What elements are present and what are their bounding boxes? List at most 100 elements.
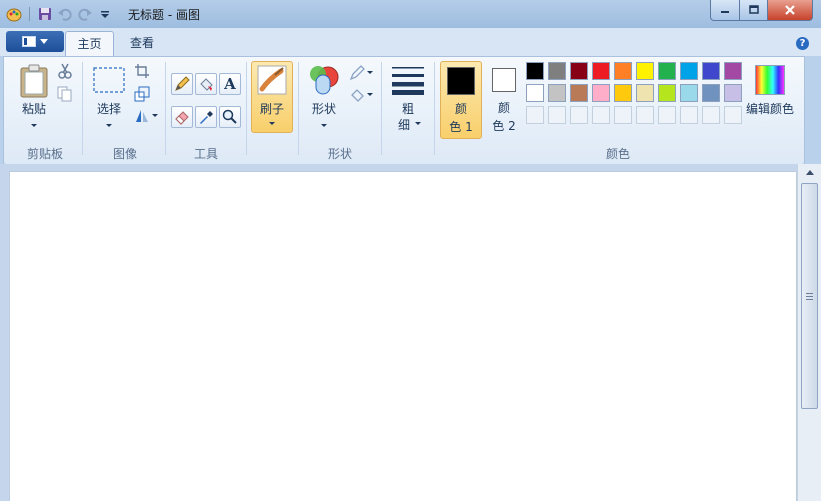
shapes-button[interactable]: 形状 — [304, 62, 344, 134]
color2-button[interactable]: 颜 色 2 — [484, 61, 524, 137]
custom-color-slot[interactable] — [614, 106, 632, 124]
color-swatch[interactable] — [592, 84, 610, 102]
color-swatch[interactable] — [702, 84, 720, 102]
help-icon[interactable]: ? — [796, 37, 809, 50]
maximize-button[interactable] — [740, 0, 768, 21]
colors-group-label: 颜色 — [605, 147, 630, 161]
fill-shape-dropdown-arrow — [367, 93, 373, 96]
paint-bucket-icon — [200, 78, 213, 91]
color1-swatch — [447, 67, 475, 95]
fill-button[interactable] — [195, 73, 217, 95]
eraser-button[interactable] — [171, 106, 193, 128]
title-bar: 无标题 - 画图 — [0, 0, 821, 28]
scrollbar-thumb[interactable] — [801, 183, 818, 409]
custom-color-slot[interactable] — [658, 106, 676, 124]
custom-color-slot[interactable] — [724, 106, 742, 124]
color-swatch[interactable] — [592, 62, 610, 80]
color-swatch[interactable] — [724, 84, 742, 102]
color-swatch[interactable] — [548, 62, 566, 80]
pencil-button[interactable] — [171, 73, 193, 95]
text-a-icon: A — [224, 75, 236, 93]
resize-button[interactable] — [134, 86, 150, 102]
vertical-scrollbar[interactable] — [797, 164, 821, 501]
outline-icon — [349, 65, 365, 81]
chevron-down-icon — [40, 38, 48, 44]
crop-button[interactable] — [134, 63, 150, 79]
scroll-up-button[interactable] — [798, 164, 821, 181]
color-swatch[interactable] — [614, 84, 632, 102]
brushes-dropdown-arrow — [269, 122, 275, 125]
color-swatch[interactable] — [570, 62, 588, 80]
color2-label-line2: 色 2 — [492, 119, 516, 133]
color-swatch[interactable] — [636, 84, 654, 102]
color-swatch[interactable] — [548, 84, 566, 102]
copy-icon — [57, 86, 72, 102]
custom-color-slot[interactable] — [680, 106, 698, 124]
eraser-icon — [175, 111, 189, 125]
color-swatch[interactable] — [658, 84, 676, 102]
size-button[interactable]: 粗 细 — [388, 62, 428, 134]
close-icon — [785, 5, 795, 15]
color-swatch[interactable] — [614, 62, 632, 80]
redo-icon[interactable] — [77, 6, 93, 22]
custom-color-slot[interactable] — [592, 106, 610, 124]
rotate-icon — [136, 110, 148, 122]
eyedropper-icon — [200, 111, 213, 124]
custom-color-slot[interactable] — [526, 106, 544, 124]
magnifier-icon — [222, 109, 237, 124]
app-menu-icon — [22, 36, 36, 47]
cut-button[interactable] — [57, 63, 73, 79]
tab-view[interactable]: 查看 — [118, 31, 166, 56]
custom-color-slot[interactable] — [702, 106, 720, 124]
color-swatch[interactable] — [658, 62, 676, 80]
color-swatch[interactable] — [702, 62, 720, 80]
text-button[interactable]: A — [219, 73, 241, 95]
outline-button[interactable] — [349, 65, 373, 81]
brushes-button[interactable]: 刷子 — [251, 61, 293, 133]
color-swatch[interactable] — [724, 62, 742, 80]
tab-home[interactable]: 主页 — [65, 31, 114, 57]
color-swatch[interactable] — [680, 62, 698, 80]
magnifier-button[interactable] — [219, 106, 241, 128]
select-button[interactable]: 选择 — [89, 62, 129, 134]
pencil-icon — [175, 76, 190, 91]
paint-app-icon[interactable] — [6, 6, 22, 22]
custom-color-slot[interactable] — [548, 106, 566, 124]
custom-color-slot[interactable] — [570, 106, 588, 124]
brushes-label: 刷子 — [259, 102, 284, 116]
undo-icon[interactable] — [57, 6, 73, 22]
chevron-up-icon — [806, 169, 814, 175]
minimize-button[interactable] — [710, 0, 740, 21]
group-separator — [381, 62, 382, 155]
color2-swatch — [492, 68, 516, 92]
paste-button[interactable]: 粘贴 — [14, 62, 54, 134]
application-menu-button[interactable] — [6, 31, 64, 52]
save-icon[interactable] — [37, 6, 53, 22]
qat-separator — [29, 7, 30, 21]
color-picker-button[interactable] — [195, 106, 217, 128]
clipboard-icon — [20, 64, 48, 98]
rotate-button[interactable] — [134, 108, 158, 124]
color1-button[interactable]: 颜 色 1 — [440, 61, 482, 139]
color-spectrum-icon — [755, 65, 785, 95]
window-title: 无标题 - 画图 — [128, 8, 200, 22]
color-swatch[interactable] — [680, 84, 698, 102]
color-swatch[interactable] — [526, 62, 544, 80]
grip-icon — [806, 292, 813, 300]
customize-qat-icon[interactable] — [97, 6, 113, 22]
shapes-group-label: 形状 — [327, 147, 352, 161]
select-icon — [93, 67, 125, 93]
crop-icon — [135, 64, 149, 78]
fill-shape-button[interactable] — [349, 87, 373, 103]
drawing-canvas[interactable] — [10, 172, 796, 501]
custom-color-slot[interactable] — [636, 106, 654, 124]
color-swatch[interactable] — [526, 84, 544, 102]
color-swatch[interactable] — [570, 84, 588, 102]
rotate-dropdown-arrow — [152, 114, 158, 117]
size-label-line1: 粗 — [401, 102, 414, 116]
edit-colors-button[interactable]: 编辑颜色 — [744, 62, 796, 134]
color-swatch[interactable] — [636, 62, 654, 80]
close-button[interactable] — [768, 0, 813, 21]
edit-colors-label: 编辑颜色 — [745, 102, 794, 116]
copy-button[interactable] — [57, 86, 73, 102]
